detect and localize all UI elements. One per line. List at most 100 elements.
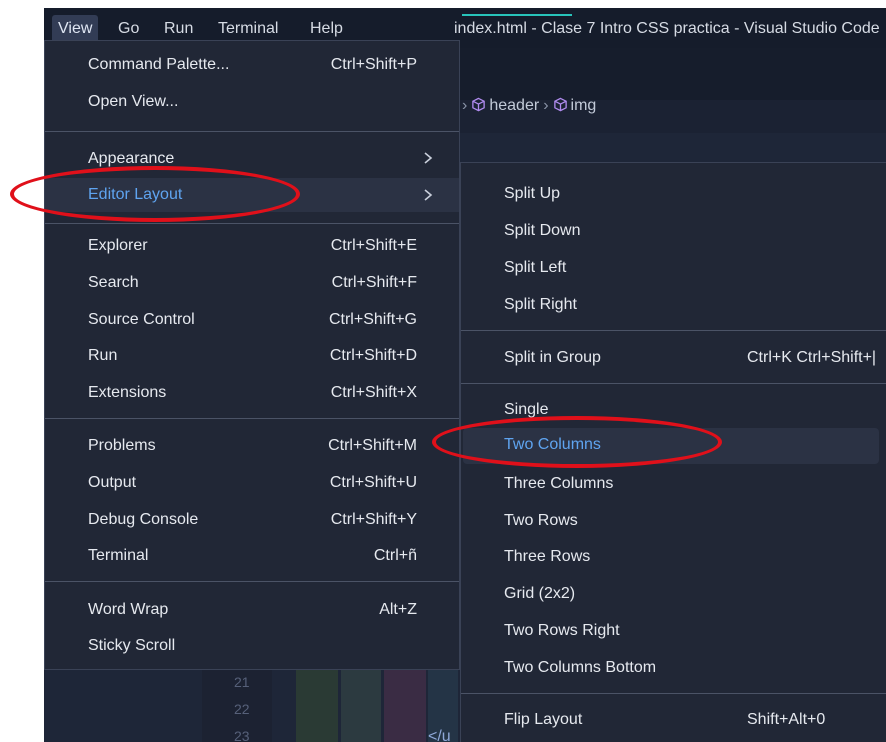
chevron-right-icon [424, 152, 433, 164]
breadcrumb-separator: › [462, 97, 468, 114]
menu-item-shortcut: Ctrl+Shift+F [331, 274, 417, 291]
menu-item-label: Split Down [504, 222, 581, 239]
menu-run[interactable]: Run [164, 20, 193, 38]
menu-item-split-up[interactable]: Split Up [461, 179, 886, 209]
menu-item-split-right[interactable]: Split Right [461, 290, 886, 320]
editor-layout-submenu: Split Up Split Down Split Left Split Rig… [460, 162, 886, 742]
menu-item-terminal[interactable]: Terminal Ctrl+ñ [45, 541, 459, 571]
menu-item-shortcut: Ctrl+Shift+U [329, 474, 417, 491]
menu-item-flip-layout[interactable]: Flip Layout Shift+Alt+0 [461, 705, 886, 735]
chevron-right-icon [424, 189, 433, 201]
menu-item-label: Single [504, 401, 549, 418]
line-number: 21 [234, 674, 250, 690]
menu-separator [461, 693, 886, 694]
menu-item-shortcut: Ctrl+Shift+E [330, 237, 417, 254]
menu-item-split-in-group[interactable]: Split in Group Ctrl+K Ctrl+Shift+| [461, 343, 886, 373]
menu-item-three-columns[interactable]: Three Columns [461, 469, 886, 499]
breadcrumb-separator: › [543, 97, 549, 114]
indent-guide [384, 660, 426, 742]
menu-item-label: Command Palette... [88, 56, 230, 73]
menu-view[interactable]: View [52, 15, 99, 43]
menu-item-two-rows[interactable]: Two Rows [461, 506, 886, 536]
menu-item-label: Appearance [88, 150, 175, 167]
menu-item-shortcut: Ctrl+Shift+P [330, 56, 417, 73]
menu-item-shortcut: Shift+Alt+0 [747, 711, 826, 728]
menu-item-label: Grid (2x2) [504, 585, 576, 602]
menu-item-label: Flip Layout [504, 711, 583, 728]
menu-item-label: Two Columns [504, 436, 601, 453]
menu-item-editor-layout[interactable]: Editor Layout [45, 178, 459, 212]
menu-item-debug-console[interactable]: Debug Console Ctrl+Shift+Y [45, 505, 459, 535]
line-number: 23 [234, 728, 250, 742]
menu-item-shortcut: Ctrl+K Ctrl+Shift+| [747, 349, 877, 366]
indent-guide [341, 660, 381, 742]
element-cube-icon [553, 97, 567, 112]
menu-item-label: Two Columns Bottom [504, 659, 657, 676]
menu-item-output[interactable]: Output Ctrl+Shift+U [45, 468, 459, 498]
menu-separator [45, 131, 459, 132]
menu-item-word-wrap[interactable]: Word Wrap Alt+Z [45, 595, 459, 625]
menu-item-label: Editor Layout [88, 186, 183, 203]
menu-item-label: Two Rows Right [504, 622, 620, 639]
menu-item-open-view[interactable]: Open View... [45, 87, 459, 117]
menu-item-split-left[interactable]: Split Left [461, 253, 886, 283]
menu-item-extensions[interactable]: Extensions Ctrl+Shift+X [45, 378, 459, 408]
menu-item-explorer[interactable]: Explorer Ctrl+Shift+E [45, 231, 459, 261]
menu-item-label: Problems [88, 437, 156, 454]
menu-help[interactable]: Help [310, 20, 343, 38]
menu-item-label: Sticky Scroll [88, 637, 176, 654]
menu-item-grid-2x2[interactable]: Grid (2x2) [461, 579, 886, 609]
breadcrumb-item-header[interactable]: header [489, 97, 539, 114]
menu-item-problems[interactable]: Problems Ctrl+Shift+M [45, 431, 459, 461]
menu-separator [461, 383, 886, 384]
menu-item-three-rows[interactable]: Three Rows [461, 542, 886, 572]
menu-go[interactable]: Go [118, 20, 139, 38]
menu-item-label: Open View... [88, 93, 179, 110]
menu-item-label: Split Up [504, 185, 561, 202]
menu-item-shortcut: Ctrl+ñ [373, 547, 417, 564]
view-menu: Command Palette... Ctrl+Shift+P Open Vie… [44, 40, 460, 670]
menu-item-label: Search [88, 274, 139, 291]
menu-item-label: Output [88, 474, 137, 491]
menu-item-label: Three Columns [504, 475, 614, 492]
menu-item-label: Split in Group [504, 349, 601, 366]
menu-item-command-palette[interactable]: Command Palette... Ctrl+Shift+P [45, 50, 459, 80]
element-cube-icon [472, 97, 486, 112]
menu-item-label: Extensions [88, 384, 167, 401]
menu-item-label: Split Right [504, 296, 577, 313]
menu-item-label: Two Rows [504, 512, 578, 529]
menu-item-sticky-scroll[interactable]: Sticky Scroll [45, 631, 459, 661]
menu-item-single[interactable]: Single [461, 395, 886, 425]
menu-item-search[interactable]: Search Ctrl+Shift+F [45, 268, 459, 298]
menu-item-source-control[interactable]: Source Control Ctrl+Shift+G [45, 305, 459, 335]
menu-item-shortcut: Ctrl+Shift+G [328, 311, 417, 328]
menu-item-shortcut: Alt+Z [379, 601, 417, 618]
menu-item-shortcut: Ctrl+Shift+Y [330, 511, 417, 528]
menu-separator [45, 418, 459, 419]
code-fragment[interactable]: </u [428, 728, 451, 742]
menu-item-label: Split Left [504, 259, 567, 276]
menu-item-appearance[interactable]: Appearance [45, 144, 459, 174]
menu-item-two-rows-right[interactable]: Two Rows Right [461, 616, 886, 646]
menu-item-label: Word Wrap [88, 601, 169, 618]
menu-item-two-columns[interactable]: Two Columns [463, 428, 879, 464]
menu-separator [45, 581, 459, 582]
breadcrumb-item-img[interactable]: img [571, 97, 597, 114]
indent-guide [296, 660, 338, 742]
window-title: index.html - Clase 7 Intro CSS practica … [454, 20, 880, 37]
menu-item-label: Explorer [88, 237, 148, 254]
menu-item-label: Three Rows [504, 548, 591, 565]
menu-item-shortcut: Ctrl+Shift+X [330, 384, 417, 401]
menu-item-label: Debug Console [88, 511, 199, 528]
menu-item-two-columns-bottom[interactable]: Two Columns Bottom [461, 653, 886, 683]
menu-separator [45, 223, 459, 224]
menu-item-shortcut: Ctrl+Shift+M [328, 437, 417, 454]
menu-item-run[interactable]: Run Ctrl+Shift+D [45, 341, 459, 371]
line-number: 22 [234, 701, 250, 717]
menu-item-split-down[interactable]: Split Down [461, 216, 886, 246]
menu-terminal[interactable]: Terminal [218, 20, 278, 38]
menu-item-label: Source Control [88, 311, 195, 328]
menu-item-shortcut: Ctrl+Shift+D [329, 347, 417, 364]
menu-item-label: Terminal [88, 547, 149, 564]
active-tab-indicator [462, 14, 572, 16]
